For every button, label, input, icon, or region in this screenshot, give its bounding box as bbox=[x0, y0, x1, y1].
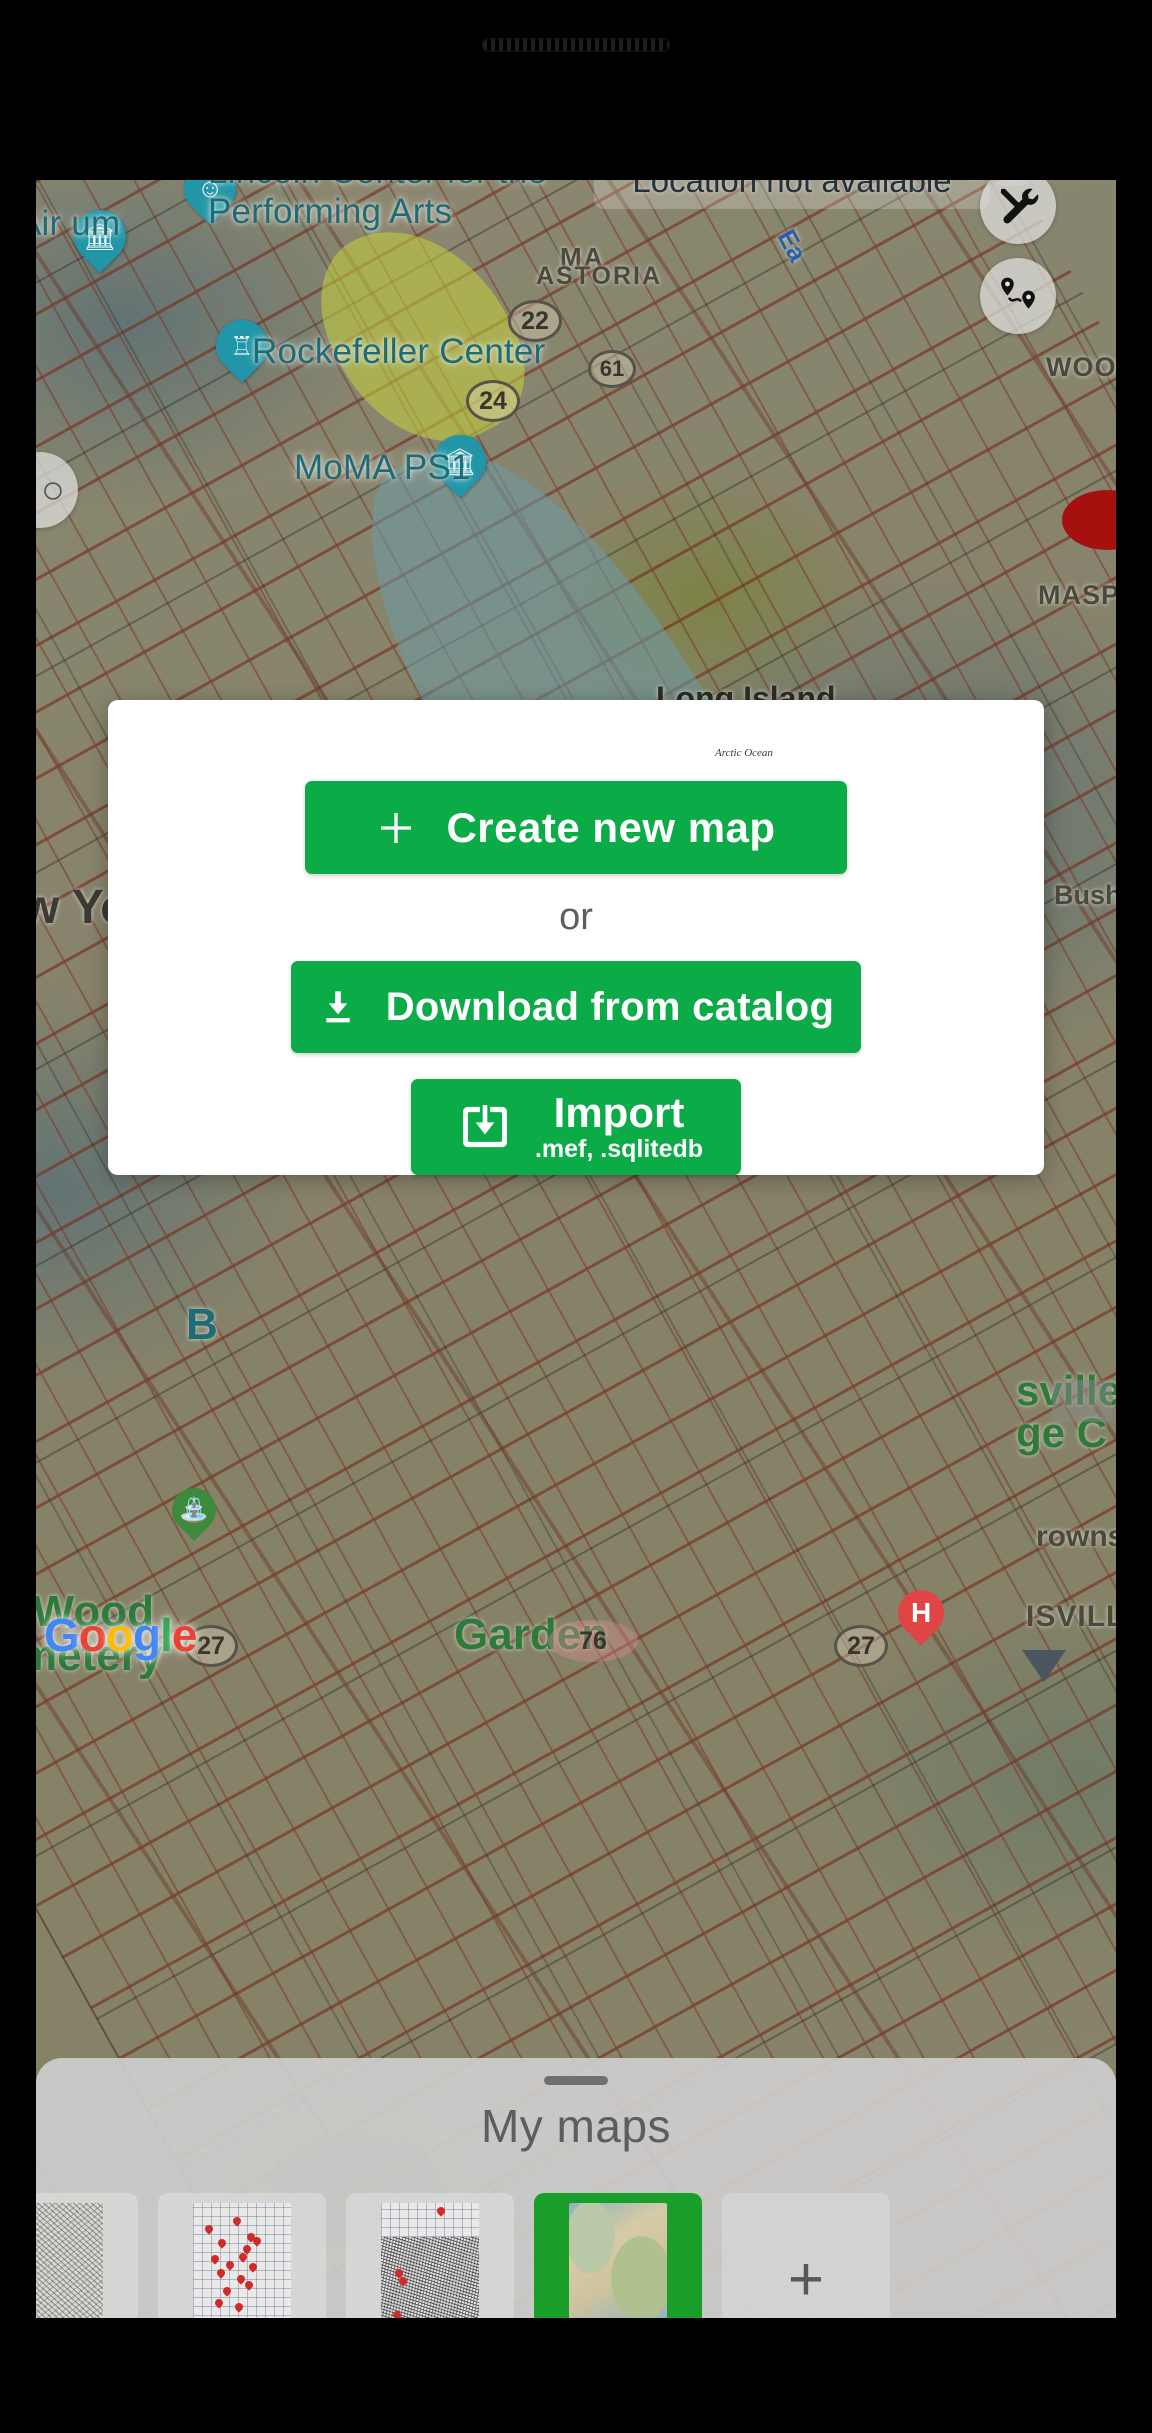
device-bezel-bottom bbox=[0, 2318, 1152, 2433]
my-maps-bottom-sheet[interactable]: My maps ецька Точки Полт… bbox=[36, 2058, 1116, 2318]
download-icon bbox=[326, 991, 350, 1023]
map-thumb-item-3-selected[interactable]: Brooklyn bbox=[534, 2193, 702, 2318]
map-label-b: B bbox=[186, 1300, 218, 1349]
vintage-world-map-illustration: Arctic Ocean North America Atlantic Ocea… bbox=[311, 730, 841, 759]
map-route-badge-76: 76 bbox=[548, 1620, 638, 1662]
create-new-map-label: Create new map bbox=[446, 803, 776, 851]
or-separator-label: or bbox=[559, 896, 593, 938]
hospital-h-label: H bbox=[910, 1597, 932, 1629]
route-points-button[interactable] bbox=[980, 258, 1056, 334]
import-button[interactable]: Import .mef, .sqlitedb bbox=[411, 1079, 741, 1175]
map-route-badge-22: 22 bbox=[508, 300, 562, 342]
google-watermark: Google bbox=[44, 1609, 197, 1661]
map-label-rowns: rowns bbox=[1036, 1520, 1116, 1553]
download-from-catalog-label: Download from catalog bbox=[385, 984, 835, 1029]
device-bezel-right bbox=[1116, 0, 1152, 2433]
sheet-title: My maps bbox=[480, 2100, 672, 2152]
map-thumb-image bbox=[569, 2203, 667, 2318]
device-bezel-top bbox=[0, 0, 1152, 180]
map-thumb-image bbox=[36, 2203, 103, 2318]
map-label-bush: Bush bbox=[1054, 880, 1116, 910]
map-dim-overlay bbox=[36, 180, 1116, 2318]
map-canvas[interactable]: ☺ Lincoln Center for the Performing Arts… bbox=[36, 180, 1116, 2318]
create-new-map-button[interactable]: Create new map bbox=[305, 781, 847, 874]
map-route-badge-61: 61 bbox=[588, 350, 636, 388]
map-thumb-item-2[interactable]: Карта Шубе… bbox=[346, 2193, 514, 2318]
location-unavailable-toast: Location not available bbox=[594, 180, 990, 209]
device-bezel-left bbox=[0, 0, 36, 2433]
park-icon: ⛲ bbox=[179, 1496, 209, 1524]
import-sublabel: .mef, .sqlitedb bbox=[534, 1134, 704, 1163]
new-map-dialog: Arctic Ocean North America Atlantic Ocea… bbox=[108, 700, 1044, 1175]
map-label-astoria: ASTORIA bbox=[536, 262, 663, 290]
speaker-grille bbox=[482, 38, 670, 52]
add-map-tile-button[interactable]: + bbox=[722, 2193, 890, 2318]
map-label-isville: ISVILLE bbox=[1026, 1600, 1116, 1633]
poi-label-air-museum: Air um bbox=[36, 204, 121, 243]
sheet-drag-handle[interactable] bbox=[544, 2076, 608, 2085]
map-thumb-item-1[interactable]: Точки Полт… bbox=[158, 2193, 326, 2318]
map-label-wood: WOOD bbox=[1046, 352, 1116, 382]
tools-icon bbox=[1000, 188, 1039, 224]
poi-label-rockefeller-center: Rockefeller Center bbox=[252, 332, 546, 371]
route-points-icon bbox=[1001, 277, 1035, 309]
map-thumb-item-0[interactable]: ецька bbox=[36, 2193, 138, 2318]
hospital-marker[interactable]: H bbox=[888, 1580, 954, 1650]
map-thumb-image bbox=[193, 2203, 291, 2318]
rook-tower-icon: ♖ bbox=[230, 331, 254, 361]
poi-label-moma-ps1: MoMA PS1 bbox=[294, 448, 471, 487]
download-from-catalog-button[interactable]: Download from catalog bbox=[291, 961, 861, 1053]
map-thumbnail-list[interactable]: ецька Точки Полт… bbox=[36, 2193, 1116, 2318]
map-route-badge-27b: 27 bbox=[834, 1625, 888, 1667]
map-triangle-marker bbox=[1022, 1650, 1066, 1682]
park-marker[interactable]: ⛲ bbox=[162, 1478, 226, 1546]
import-label: Import bbox=[553, 1088, 685, 1136]
plus-icon bbox=[381, 812, 412, 843]
google-logo-badge bbox=[1052, 1380, 1112, 1422]
import-box-icon bbox=[463, 1105, 507, 1148]
map-route-badge-24: 24 bbox=[466, 380, 520, 422]
partial-icon: ○ bbox=[40, 467, 66, 512]
map-thumb-image bbox=[381, 2203, 479, 2318]
device-screen: ☺ Lincoln Center for the Performing Arts… bbox=[0, 0, 1152, 2433]
map-label-masp: MASP bbox=[1038, 580, 1116, 610]
svg-text:Arctic Ocean: Arctic Ocean bbox=[714, 747, 773, 759]
